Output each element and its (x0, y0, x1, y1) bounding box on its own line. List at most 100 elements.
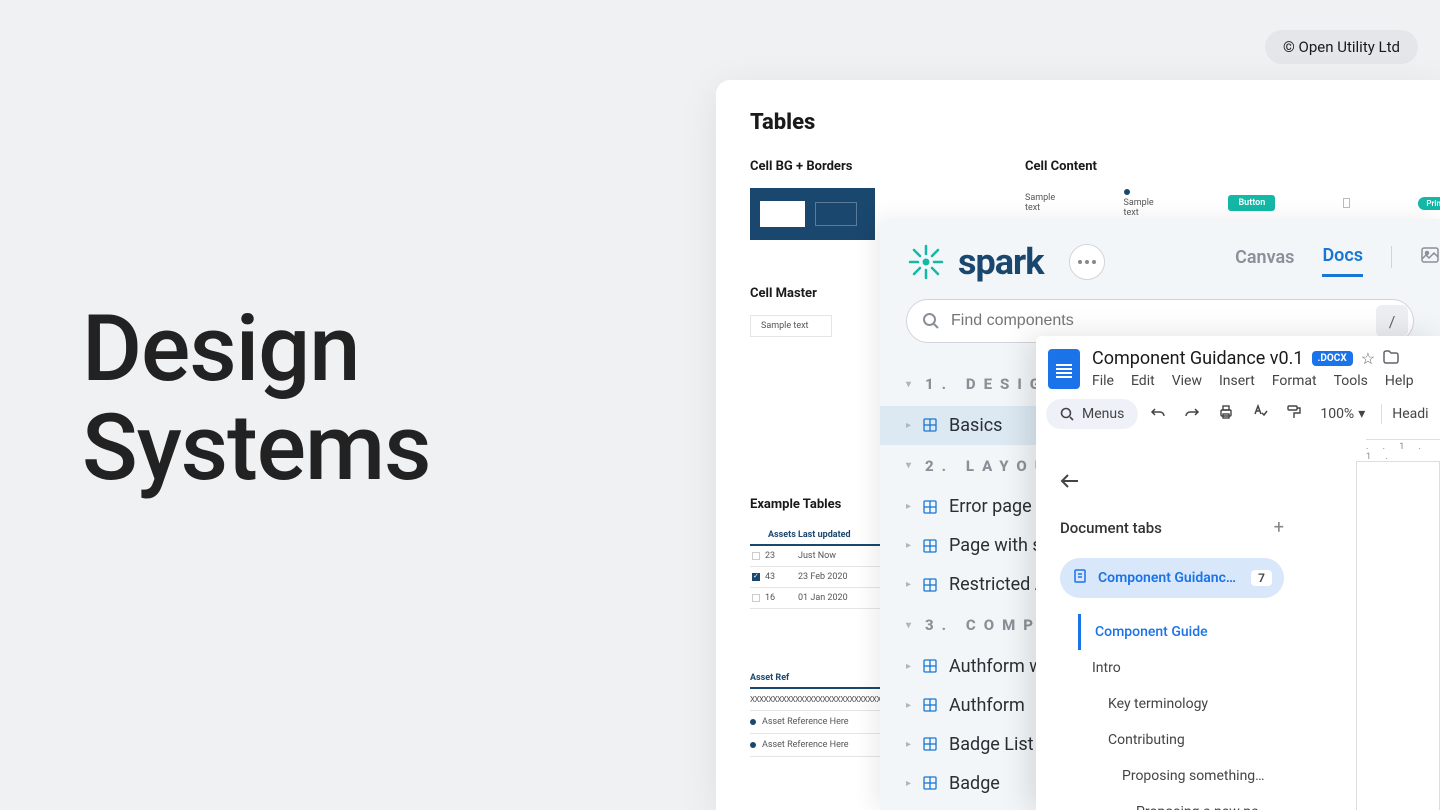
swatch-outline (815, 202, 857, 226)
grid-icon (923, 418, 937, 432)
cc-checkbox[interactable] (1343, 198, 1350, 208)
add-tab-button[interactable]: + (1274, 517, 1284, 538)
grid-icon (923, 659, 937, 673)
table-row[interactable]: 23Just Now (750, 546, 880, 567)
docx-badge: .DOCX (1312, 351, 1353, 366)
grid-icon (923, 737, 937, 751)
copyright-badge: © Open Utility Ltd (1265, 30, 1418, 64)
ruler[interactable]: . . 1 . 1 . (1366, 439, 1440, 457)
swatch-white (760, 201, 805, 227)
table-row[interactable]: 1601 Jan 2020 (750, 588, 880, 609)
chevron-right-icon: ▸ (906, 739, 911, 750)
grid-icon (923, 776, 937, 790)
checkbox-icon[interactable] (752, 594, 760, 602)
cc-dot-text: Sample text (1124, 188, 1161, 218)
tab-docs[interactable]: Docs (1322, 237, 1363, 277)
table-row[interactable]: Asset Reference Here (750, 734, 900, 757)
checkbox-checked-icon[interactable] (752, 573, 760, 581)
chevron-right-icon: ▸ (906, 501, 911, 512)
table-row[interactable]: Asset Reference Here (750, 711, 900, 734)
more-button[interactable] (1069, 244, 1105, 280)
outline-item[interactable]: Proposing something… (1078, 758, 1284, 794)
menus-search[interactable]: Menus (1046, 399, 1138, 429)
style-select[interactable]: Headi (1392, 406, 1428, 422)
spellcheck-icon (1252, 404, 1268, 420)
doc-icon (1072, 568, 1088, 588)
cell-bg-swatch (750, 188, 875, 240)
menu-file[interactable]: File (1092, 373, 1114, 389)
outline-item[interactable]: Intro (1078, 650, 1284, 686)
checkbox-icon[interactable] (752, 552, 760, 560)
chip-text: Component Guidanc… (1098, 570, 1241, 586)
outline-item[interactable]: Key terminology (1078, 686, 1284, 722)
menu-view[interactable]: View (1172, 373, 1202, 389)
chevron-right-icon: ▸ (906, 420, 911, 431)
menu-tools[interactable]: Tools (1334, 373, 1368, 389)
chevron-right-icon: ▸ (906, 579, 911, 590)
menu-insert[interactable]: Insert (1219, 373, 1255, 389)
hero-line2: Systems (82, 399, 431, 498)
outline-item[interactable]: Contributing (1078, 722, 1284, 758)
zoom-select[interactable]: 100%▾ (1314, 406, 1371, 422)
cc-primary-badge: Primary (1418, 197, 1440, 210)
paint-format-button[interactable] (1280, 404, 1308, 424)
example-table-1: Assets Last updated 23Just Now 4323 Feb … (750, 526, 880, 609)
hero-line1: Design (82, 300, 431, 399)
et2-header: Asset Ref (750, 669, 900, 689)
cell-content-heading: Cell Content (1025, 159, 1440, 174)
back-button[interactable] (1060, 473, 1284, 493)
menu-bar: File Edit View Insert Format Tools Help (1092, 373, 1432, 389)
menu-format[interactable]: Format (1272, 373, 1317, 389)
undo-icon (1150, 406, 1166, 420)
document-tabs-label: Document tabs (1060, 519, 1162, 537)
et-header: Assets Last updated (750, 526, 880, 546)
move-icon[interactable] (1383, 349, 1399, 368)
doc-tab-chip[interactable]: Component Guidanc… 7 (1060, 558, 1284, 598)
paint-roller-icon (1286, 404, 1302, 420)
spark-logo: spark (906, 241, 1043, 283)
et-h2: Last updated (798, 530, 851, 540)
menu-edit[interactable]: Edit (1131, 373, 1155, 389)
chevron-down-icon: ▾ (906, 618, 919, 633)
chevron-down-icon: ▾ (1358, 406, 1365, 422)
outline-item[interactable]: Proposing a new pa… (1078, 794, 1284, 810)
print-button[interactable] (1212, 404, 1240, 424)
et-h1: Assets (750, 530, 798, 540)
outline-sidebar: Document tabs + Component Guidanc… 7 Com… (1036, 457, 1296, 810)
chevron-right-icon: ▸ (906, 540, 911, 551)
cell-master-box: Sample text (750, 315, 832, 337)
dot-icon (1124, 189, 1130, 195)
grid-icon (923, 578, 937, 592)
chevron-right-icon: ▸ (906, 778, 911, 789)
et2-placeholder-row: XXXXXXXXXXXXXXXXXXXXXXXXXXXXXXXXXXXXXXXX (750, 689, 900, 711)
search-kbd: / (1376, 305, 1408, 337)
chevron-down-icon: ▾ (906, 377, 919, 392)
arrow-left-icon (1060, 473, 1080, 489)
document-page[interactable] (1356, 461, 1440, 810)
example-table-2: Asset Ref XXXXXXXXXXXXXXXXXXXXXXXXXXXXXX… (750, 669, 900, 757)
cc-button[interactable]: Button (1228, 195, 1275, 211)
redo-icon (1184, 406, 1200, 420)
menu-help[interactable]: Help (1385, 373, 1414, 389)
toolbar: Menus 100%▾ Headi (1036, 391, 1440, 439)
outline-list: Component Guide Intro Key terminology Co… (1060, 614, 1284, 810)
more-icon (1078, 260, 1096, 264)
spark-mark-icon (906, 242, 946, 282)
spark-wordmark: spark (958, 241, 1043, 283)
separator (1391, 246, 1392, 268)
cell-content-row: Sample text Sample text Button Primary i (1025, 188, 1440, 218)
table-row[interactable]: 4323 Feb 2020 (750, 567, 880, 588)
undo-button[interactable] (1144, 405, 1172, 424)
tab-canvas[interactable]: Canvas (1235, 239, 1294, 276)
dot-icon (750, 719, 756, 725)
image-icon[interactable] (1420, 245, 1440, 269)
spellcheck-button[interactable] (1246, 404, 1274, 424)
cell-bg-heading: Cell BG + Borders (750, 159, 875, 174)
figma-title: Tables (750, 110, 1440, 135)
doc-title[interactable]: Component Guidance v0.1 (1092, 348, 1304, 369)
hero-title: Design Systems (82, 300, 431, 499)
redo-button[interactable] (1178, 405, 1206, 424)
star-icon[interactable]: ☆ (1361, 349, 1375, 368)
outline-item[interactable]: Component Guide (1078, 614, 1284, 650)
docs-app-icon[interactable] (1048, 349, 1080, 389)
